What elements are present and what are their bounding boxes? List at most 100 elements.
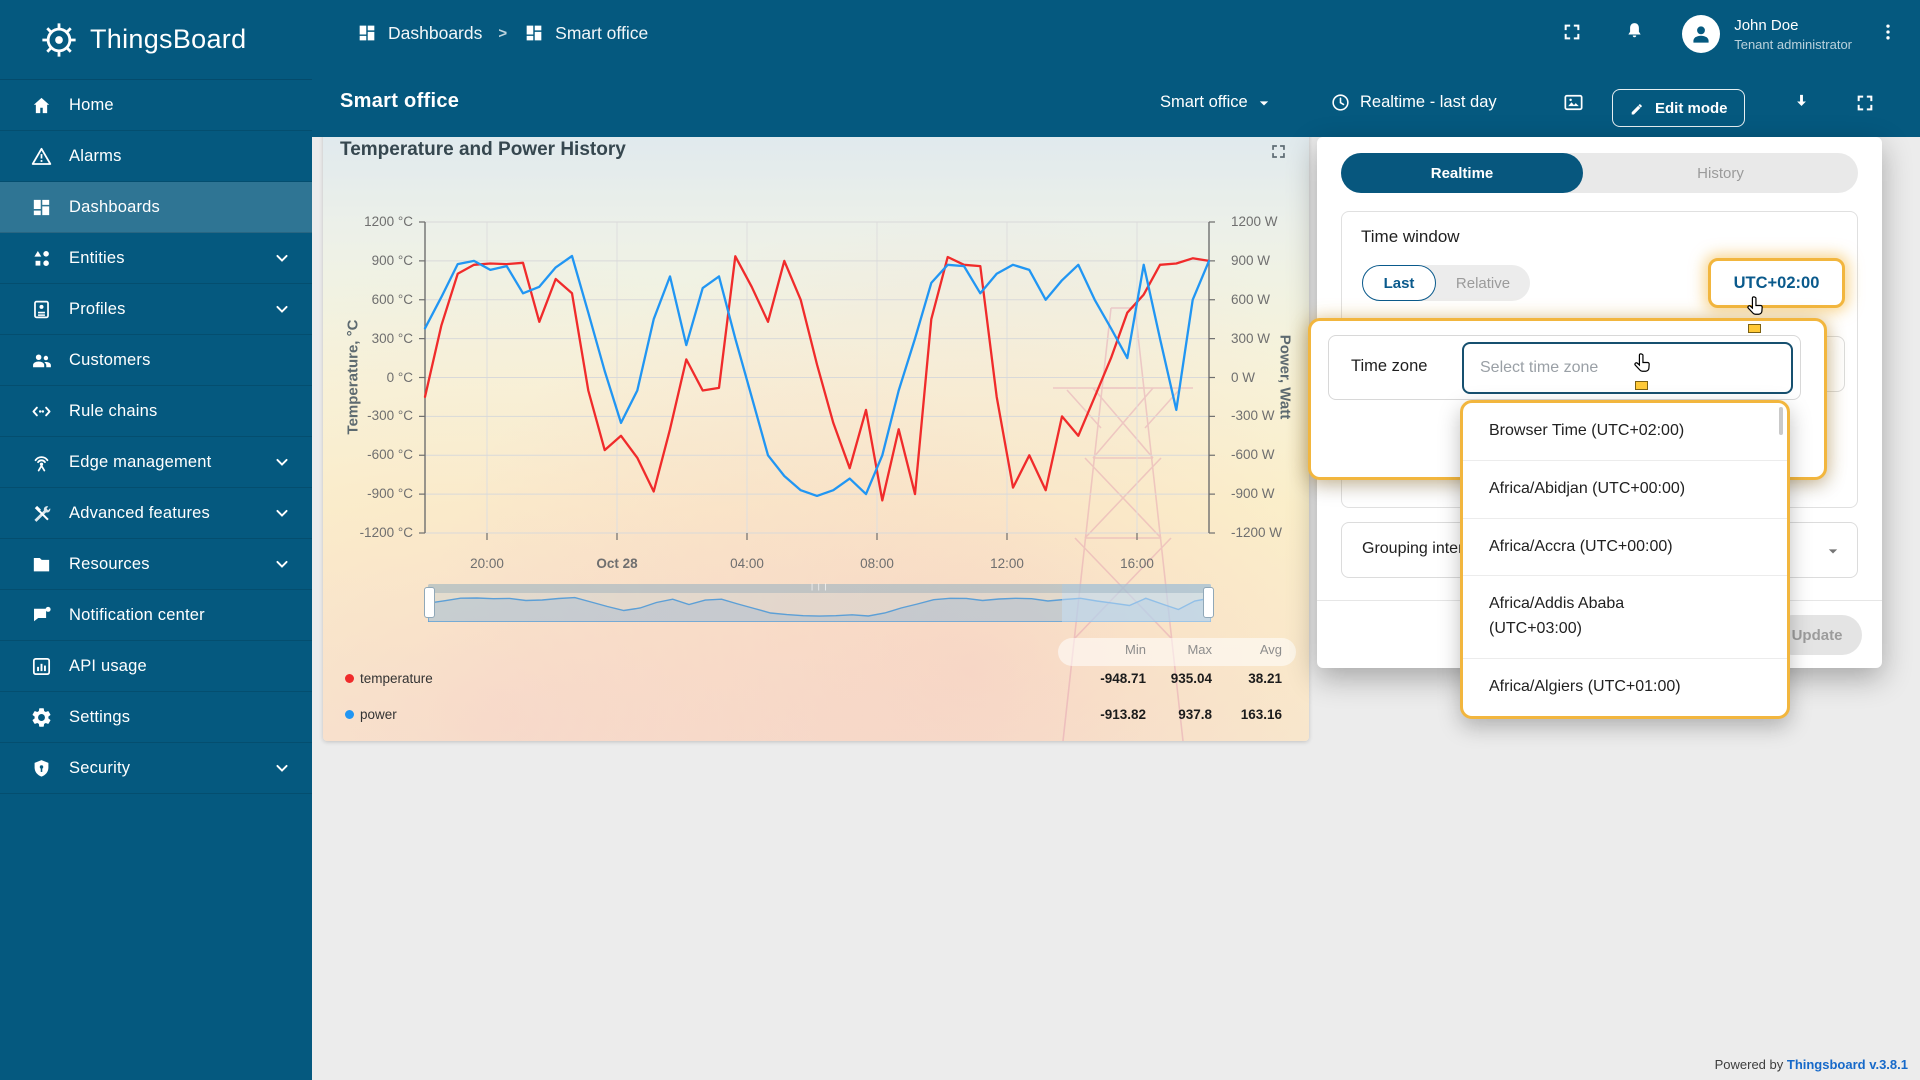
thingsboard-logo-icon: [42, 22, 76, 57]
sidebar-item-label: Profiles: [69, 299, 126, 318]
sidebar-item-label: Alarms: [69, 146, 122, 165]
timezone-option[interactable]: Africa/Addis Ababa (UTC+03:00): [1463, 575, 1787, 658]
y-axis-label-left: Temperature, °C: [344, 319, 362, 435]
toggle-relative[interactable]: Relative: [1436, 265, 1530, 301]
page-title: Smart office: [340, 90, 460, 112]
avatar[interactable]: [1682, 15, 1721, 53]
sidebar-item-api-usage[interactable]: API usage: [0, 641, 312, 692]
x-tick: 16:00: [1120, 556, 1154, 571]
timezone-option[interactable]: Africa/Algiers (UTC+01:00): [1463, 657, 1787, 716]
pencil-icon: [1631, 103, 1642, 114]
settings-icon: [32, 707, 51, 727]
x-tick: 20:00: [470, 556, 504, 571]
thingsboard-logo[interactable]: ThingsBoard: [0, 0, 312, 80]
breadcrumb-smart-office[interactable]: Smart office: [555, 23, 648, 44]
fullscreen-dashboard-icon[interactable]: [1854, 68, 1876, 137]
user-role: Tenant administrator: [1734, 36, 1852, 52]
legend-column-min: Min: [1125, 642, 1146, 657]
security-icon: [34, 759, 49, 777]
hand-cursor: [1745, 295, 1768, 333]
sidebar-item-resources[interactable]: Resources: [0, 539, 312, 590]
sidebar-item-label: Entities: [69, 248, 125, 267]
dashboard-state-select[interactable]: Smart office: [1160, 68, 1274, 137]
chevron-down-icon: [276, 254, 288, 262]
y-tick-left: -900 °C: [367, 486, 413, 502]
time-window-button[interactable]: Realtime - last day: [1330, 68, 1497, 137]
legend-series-name: temperature: [360, 671, 433, 686]
legend-column-avg: Avg: [1259, 642, 1282, 657]
sidebar-item-home[interactable]: Home: [0, 80, 312, 131]
y-tick-left: 1200 °C: [364, 214, 413, 229]
range-slider-grip[interactable]: | | |: [428, 584, 1211, 593]
line-chart-plot: [419, 221, 1215, 540]
y-tick-right: -600 W: [1231, 447, 1275, 463]
chevron-down-icon: [276, 458, 288, 466]
entities-icon: [34, 250, 49, 266]
user-info[interactable]: John Doe Tenant administrator: [1734, 17, 1852, 52]
timezone-button[interactable]: UTC+02:00: [1708, 258, 1845, 308]
notification-icon: [34, 606, 51, 621]
tab-history[interactable]: History: [1583, 153, 1858, 193]
dashboard-icon: [526, 25, 542, 41]
legend-series-name: power: [360, 707, 397, 722]
sidebar: ThingsBoard Home Alarms Dashboards Entities…: [0, 0, 312, 1080]
timezone-label: Time zone: [1351, 357, 1428, 375]
y-tick-right: -1200 W: [1231, 525, 1283, 540]
breadcrumb-dashboards[interactable]: Dashboards: [388, 23, 482, 44]
legend-min-value: -913.82: [1100, 707, 1146, 722]
range-slider-handle-left[interactable]: [424, 587, 435, 618]
user-name: John Doe: [1734, 16, 1799, 34]
image-gallery-icon[interactable]: [1562, 68, 1585, 137]
api-icon: [32, 657, 51, 675]
edit-mode-label: Edit mode: [1655, 99, 1728, 117]
edit-mode-button[interactable]: Edit mode: [1612, 89, 1745, 127]
tab-realtime[interactable]: Realtime: [1341, 153, 1583, 193]
legend-avg-value: 38.21: [1248, 671, 1282, 686]
chevron-down-icon: [276, 560, 288, 568]
fullscreen-icon[interactable]: [1561, 21, 1583, 48]
dropdown-scrollbar[interactable]: [1779, 407, 1783, 435]
sidebar-item-profiles[interactable]: Profiles: [0, 284, 312, 335]
user-area: John Doe Tenant administrator: [1561, 0, 1920, 68]
legend-min-value: -948.71: [1100, 671, 1146, 686]
legend-column-max: Max: [1187, 642, 1212, 657]
range-slider-handle-right[interactable]: [1203, 587, 1214, 618]
timezone-option[interactable]: Africa/Abidjan (UTC+00:00): [1463, 459, 1787, 518]
thingsboard-version-link[interactable]: Thingsboard v.3.8.1: [1787, 1057, 1908, 1072]
powered-by-text: Powered by: [1714, 1057, 1784, 1072]
sidebar-item-label: Settings: [69, 707, 131, 726]
sidebar-item-label: Dashboards: [69, 197, 160, 216]
temperature-legend-dot: [345, 674, 354, 683]
sidebar-item-edge-management[interactable]: Edge management: [0, 437, 312, 488]
sidebar-item-settings[interactable]: Settings: [0, 692, 312, 743]
sidebar-item-advanced-features[interactable]: Advanced features: [0, 488, 312, 539]
alarms-icon: [31, 147, 52, 165]
sidebar-item-entities[interactable]: Entities: [0, 233, 312, 284]
kebab-menu-icon[interactable]: [1878, 19, 1898, 50]
legend-max-value: 937.8: [1178, 707, 1212, 722]
rule-chains-icon: [32, 406, 51, 416]
y-tick-left: -600 °C: [367, 447, 413, 463]
sidebar-item-label: Home: [69, 95, 114, 114]
notifications-bell-icon[interactable]: [1623, 20, 1646, 48]
sidebar-item-label: Advanced features: [69, 503, 210, 522]
customers-icon: [33, 353, 51, 367]
toggle-last[interactable]: Last: [1362, 265, 1436, 301]
sidebar-item-label: API usage: [69, 656, 147, 675]
sidebar-item-alarms[interactable]: Alarms: [0, 131, 312, 182]
timezone-option[interactable]: Africa/Accra (UTC+00:00): [1463, 517, 1787, 576]
timezone-option[interactable]: Browser Time (UTC+02:00): [1463, 403, 1787, 460]
sidebar-item-notification-center[interactable]: Notification center: [0, 590, 312, 641]
time-window-label: Realtime - last day: [1360, 93, 1497, 111]
x-tick: Oct 28: [596, 556, 638, 571]
sidebar-item-dashboards[interactable]: Dashboards: [0, 182, 312, 233]
y-tick-left: -1200 °C: [359, 525, 413, 540]
sidebar-item-customers[interactable]: Customers: [0, 335, 312, 386]
sidebar-item-label: Resources: [69, 554, 150, 573]
widget-expand-icon[interactable]: [1269, 142, 1288, 166]
sidebar-item-rule-chains[interactable]: Rule chains: [0, 386, 312, 437]
download-icon[interactable]: [1790, 68, 1813, 137]
app-name: ThingsBoard: [90, 24, 247, 54]
sidebar-item-security[interactable]: Security: [0, 743, 312, 794]
timezone-search-input[interactable]: [1462, 342, 1793, 394]
